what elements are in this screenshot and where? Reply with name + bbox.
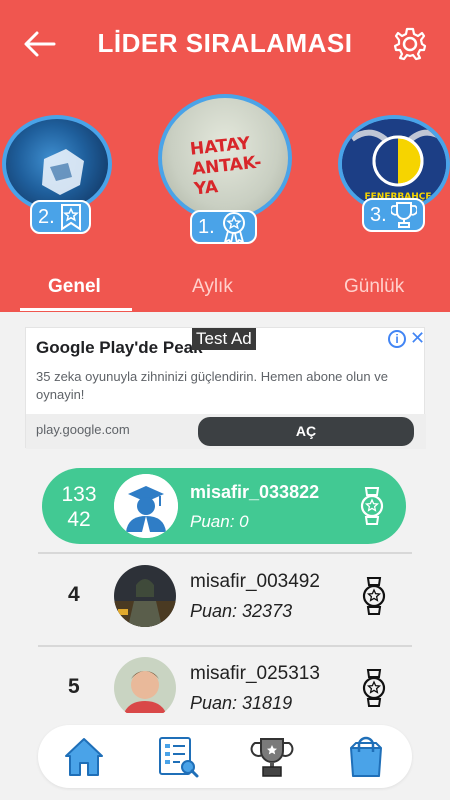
tab-aylik[interactable]: Aylık xyxy=(192,276,233,298)
list-item-rank: 5 xyxy=(68,675,80,698)
list-item-rank: 4 xyxy=(68,583,80,606)
ad-open-button[interactable]: AÇ xyxy=(198,417,414,446)
ad-title: Google Play'de Peak xyxy=(36,338,203,357)
medal-icon xyxy=(360,487,384,525)
home-icon[interactable] xyxy=(62,735,106,779)
list-item[interactable]: 4 misafir_003492 Puan: 32373 xyxy=(38,553,412,639)
medal-icon xyxy=(362,577,386,615)
ad-footer: play.google.com AÇ xyxy=(26,414,426,449)
avatar xyxy=(114,565,176,627)
podium-second-avatar[interactable] xyxy=(2,115,112,213)
page-title: LİDER SIRALAMASI xyxy=(97,28,353,58)
current-user-name: misafir_033822 xyxy=(190,482,320,502)
current-user-rank: 133 42 xyxy=(61,483,97,531)
list-item-score: Puan: 32373 xyxy=(190,601,293,621)
tab-bar: Genel Aylık Günlük xyxy=(0,276,450,312)
list-item-name: misafir_025313 xyxy=(190,663,320,684)
rank-badge-third: 3. xyxy=(362,198,425,232)
list-item[interactable]: 5 misafir_025313 Puan: 31819 xyxy=(38,645,412,713)
close-icon[interactable]: ✕ xyxy=(410,328,425,349)
list-search-icon[interactable] xyxy=(156,735,200,779)
trophy-icon xyxy=(390,202,417,228)
active-tab-indicator xyxy=(20,308,132,311)
shopping-bag-icon[interactable] xyxy=(344,735,388,779)
list-item-score: Puan: 31819 xyxy=(190,693,293,713)
tab-gunluk[interactable]: Günlük xyxy=(344,276,404,298)
info-icon[interactable]: i xyxy=(388,330,406,348)
ad-test-label: Test Ad xyxy=(192,328,256,350)
current-user-score: Puan: 0 xyxy=(190,512,249,531)
list-item-name: misafir_003492 xyxy=(190,571,320,592)
header: LİDER SIRALAMASI 2. HATAY ANTAK- YA 1. F… xyxy=(0,0,450,312)
rank-badge-second: 2. xyxy=(30,200,91,234)
graffiti-text: HATAY ANTAK- YA xyxy=(189,133,263,200)
avatar xyxy=(114,657,176,713)
gear-icon[interactable] xyxy=(392,26,428,62)
graduate-avatar-icon xyxy=(114,474,178,538)
ad-url: play.google.com xyxy=(36,422,130,437)
medal-ribbon-icon xyxy=(222,212,245,244)
ad-banner[interactable]: Google Play'de Peak Test Ad i ✕ 35 zeka … xyxy=(25,327,426,449)
ad-description: 35 zeka oyunuyla zihninizi güçlendirin. … xyxy=(36,369,388,402)
tab-genel[interactable]: Genel xyxy=(48,276,101,298)
medal-icon xyxy=(362,669,386,707)
current-user-row[interactable]: 133 42 misafir_033822 Puan: 0 xyxy=(42,468,406,544)
leaderboard-list[interactable]: 4 misafir_003492 Puan: 32373 5 misafir_0… xyxy=(0,545,450,713)
podium-first-avatar[interactable]: HATAY ANTAK- YA xyxy=(158,94,292,222)
rank-badge-first: 1. xyxy=(190,210,257,244)
trophy-icon[interactable] xyxy=(250,735,294,779)
ribbon-star-icon xyxy=(60,204,81,231)
bottom-nav xyxy=(38,725,412,788)
